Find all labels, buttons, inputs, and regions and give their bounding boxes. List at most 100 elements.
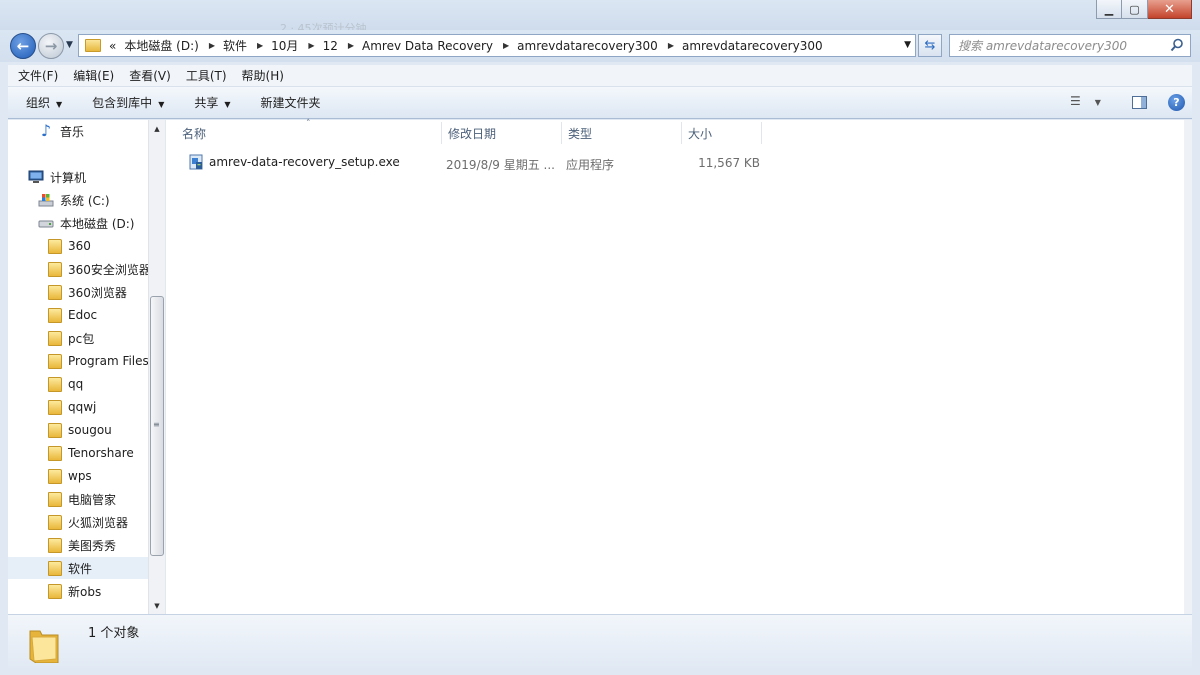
music-note-icon: ♪ bbox=[40, 121, 52, 140]
column-date-label: 修改日期 bbox=[448, 126, 497, 141]
sidebar-folder[interactable]: 360安全浏览器 bbox=[48, 258, 151, 280]
breadcrumb-arrow-icon[interactable]: ▶ bbox=[209, 41, 215, 50]
breadcrumb-drive-d[interactable]: 本地磁盘 (D:) bbox=[124, 37, 198, 54]
address-overflow[interactable]: « bbox=[109, 39, 116, 53]
scroll-up-icon[interactable]: ▲ bbox=[149, 120, 165, 137]
view-list-icon: ☰ bbox=[1070, 94, 1081, 108]
chevron-down-icon: ▼ bbox=[56, 100, 63, 109]
sidebar-folder-label: qqwj bbox=[68, 400, 97, 414]
file-row[interactable]: amrev-data-recovery_setup.exe 2019/8/9 星… bbox=[182, 152, 772, 174]
sidebar-item-label: 计算机 bbox=[50, 170, 87, 185]
history-dropdown-icon[interactable]: ▼ bbox=[66, 40, 73, 50]
sidebar-folder-label: 新obs bbox=[68, 584, 102, 599]
menu-bar: 文件(F) 编辑(E) 查看(V) 工具(T) 帮助(H) bbox=[8, 65, 1192, 87]
folder-icon bbox=[48, 399, 62, 415]
breadcrumb-october[interactable]: 10月 bbox=[271, 37, 298, 54]
folder-icon bbox=[48, 514, 62, 530]
breadcrumb-amrevdatarecovery300-current[interactable]: amrevdatarecovery300 bbox=[682, 39, 823, 53]
column-size-label: 大小 bbox=[688, 126, 713, 141]
close-icon: ✕ bbox=[1164, 1, 1175, 17]
menu-file[interactable]: 文件(F) bbox=[13, 67, 63, 84]
folder-icon bbox=[48, 353, 62, 369]
breadcrumb-arrow-icon[interactable]: ▶ bbox=[503, 41, 509, 50]
breadcrumb-arrow-icon[interactable]: ▶ bbox=[257, 41, 263, 50]
share-button[interactable]: 共享 ▼ bbox=[194, 94, 230, 111]
sidebar-folder-label: Program Files bbox=[68, 354, 149, 368]
sidebar-folder-label: 360安全浏览器 bbox=[68, 262, 151, 277]
window-controls: ▁ ▢ ✕ bbox=[1096, 0, 1192, 19]
sidebar-item-computer[interactable]: 计算机 bbox=[28, 166, 148, 188]
column-name-label: 名称 bbox=[182, 126, 207, 141]
sidebar-folder-selected[interactable]: 软件 bbox=[8, 557, 148, 579]
sidebar-folder[interactable]: sougou bbox=[48, 419, 148, 441]
chevron-down-icon: ▼ bbox=[158, 100, 165, 109]
sidebar-folder[interactable]: 360 bbox=[48, 235, 148, 257]
column-header-size[interactable]: 大小 bbox=[682, 122, 762, 144]
scroll-down-icon[interactable]: ▼ bbox=[149, 597, 165, 614]
refresh-button[interactable]: ⇆ bbox=[918, 34, 942, 57]
sidebar-folder[interactable]: 360浏览器 bbox=[48, 281, 148, 303]
new-folder-button[interactable]: 新建文件夹 bbox=[261, 94, 321, 111]
breadcrumb-amrevdatarecovery300-parent[interactable]: amrevdatarecovery300 bbox=[517, 39, 658, 53]
sort-ascending-icon: ˄ bbox=[306, 119, 311, 129]
include-library-button[interactable]: 包含到库中 ▼ bbox=[92, 94, 164, 111]
menu-tools[interactable]: 工具(T) bbox=[181, 67, 232, 84]
column-header-date[interactable]: 修改日期 bbox=[442, 122, 562, 144]
sidebar-item-drive-d[interactable]: 本地磁盘 (D:) bbox=[38, 212, 148, 234]
sidebar-folder[interactable]: Program Files bbox=[48, 350, 149, 372]
breadcrumb-arrow-icon[interactable]: ▶ bbox=[308, 41, 314, 50]
sidebar-folder-label: 360 bbox=[68, 239, 91, 253]
sidebar-item-music[interactable]: ♪ 音乐 bbox=[38, 120, 148, 142]
search-input[interactable] bbox=[958, 35, 1158, 56]
sidebar-folder[interactable]: wps bbox=[48, 465, 148, 487]
sidebar-folder[interactable]: Tenorshare bbox=[48, 442, 148, 464]
breadcrumb-12[interactable]: 12 bbox=[323, 39, 338, 53]
column-header-name[interactable]: 名称 ˄ bbox=[176, 119, 442, 144]
folder-icon bbox=[48, 284, 62, 300]
sidebar-folder[interactable]: 电脑管家 bbox=[48, 488, 148, 510]
menu-edit[interactable]: 编辑(E) bbox=[68, 67, 119, 84]
preview-pane-button[interactable] bbox=[1132, 96, 1147, 109]
sidebar-folder[interactable]: qq bbox=[48, 373, 148, 395]
help-button[interactable]: ? bbox=[1168, 94, 1185, 111]
sidebar-item-drive-c[interactable]: 系统 (C:) bbox=[38, 189, 148, 211]
breadcrumb-arrow-icon[interactable]: ▶ bbox=[668, 41, 674, 50]
address-bar[interactable]: « 本地磁盘 (D:) ▶ 软件 ▶ 10月 ▶ 12 ▶ Amrev Data… bbox=[78, 34, 916, 57]
maximize-button[interactable]: ▢ bbox=[1122, 0, 1148, 19]
close-button[interactable]: ✕ bbox=[1148, 0, 1192, 19]
breadcrumb-software[interactable]: 软件 bbox=[223, 37, 247, 54]
back-button[interactable]: ← bbox=[10, 33, 36, 59]
command-bar: 组织 ▼ 包含到库中 ▼ 共享 ▼ 新建文件夹 ☰ ▼ ? bbox=[8, 87, 1192, 119]
search-icon[interactable] bbox=[1170, 38, 1184, 52]
right-scroll-track bbox=[1184, 120, 1192, 614]
menu-view[interactable]: 查看(V) bbox=[124, 67, 176, 84]
folder-icon bbox=[48, 468, 62, 484]
folder-icon bbox=[48, 583, 62, 599]
sidebar-folder[interactable]: pc包 bbox=[48, 327, 148, 349]
column-header-type[interactable]: 类型 bbox=[562, 122, 682, 144]
sidebar-folder[interactable]: 美图秀秀 bbox=[48, 534, 148, 556]
organize-button[interactable]: 组织 ▼ bbox=[26, 94, 62, 111]
folder-icon bbox=[48, 537, 62, 553]
sidebar-folder[interactable]: 新obs bbox=[48, 580, 148, 602]
search-box[interactable] bbox=[949, 34, 1191, 57]
menu-help[interactable]: 帮助(H) bbox=[237, 67, 289, 84]
minimize-button[interactable]: ▁ bbox=[1096, 0, 1122, 19]
sidebar-folder-label: Tenorshare bbox=[68, 446, 134, 460]
sidebar-folder[interactable]: 火狐浏览器 bbox=[48, 511, 148, 533]
sidebar-folder[interactable]: Edoc bbox=[48, 304, 148, 326]
system-drive-icon bbox=[38, 194, 54, 207]
breadcrumb-amrev[interactable]: Amrev Data Recovery bbox=[362, 39, 493, 53]
sidebar-folder-label: 电脑管家 bbox=[68, 492, 117, 507]
change-view-button[interactable]: ☰ ▼ bbox=[1070, 94, 1101, 108]
sidebar-folder[interactable]: qqwj bbox=[48, 396, 148, 418]
folder-icon bbox=[48, 560, 62, 576]
folder-icon bbox=[48, 307, 62, 323]
forward-button[interactable]: → bbox=[38, 33, 64, 59]
breadcrumb-arrow-icon[interactable]: ▶ bbox=[348, 41, 354, 50]
navigation-scrollbar[interactable]: ▲ ≡ ▼ bbox=[148, 120, 165, 614]
include-library-label: 包含到库中 bbox=[92, 96, 153, 110]
back-arrow-icon: ← bbox=[16, 37, 30, 55]
address-dropdown-icon[interactable]: ▼ bbox=[904, 40, 911, 50]
file-date: 2019/8/9 星期五 ... bbox=[446, 158, 555, 172]
